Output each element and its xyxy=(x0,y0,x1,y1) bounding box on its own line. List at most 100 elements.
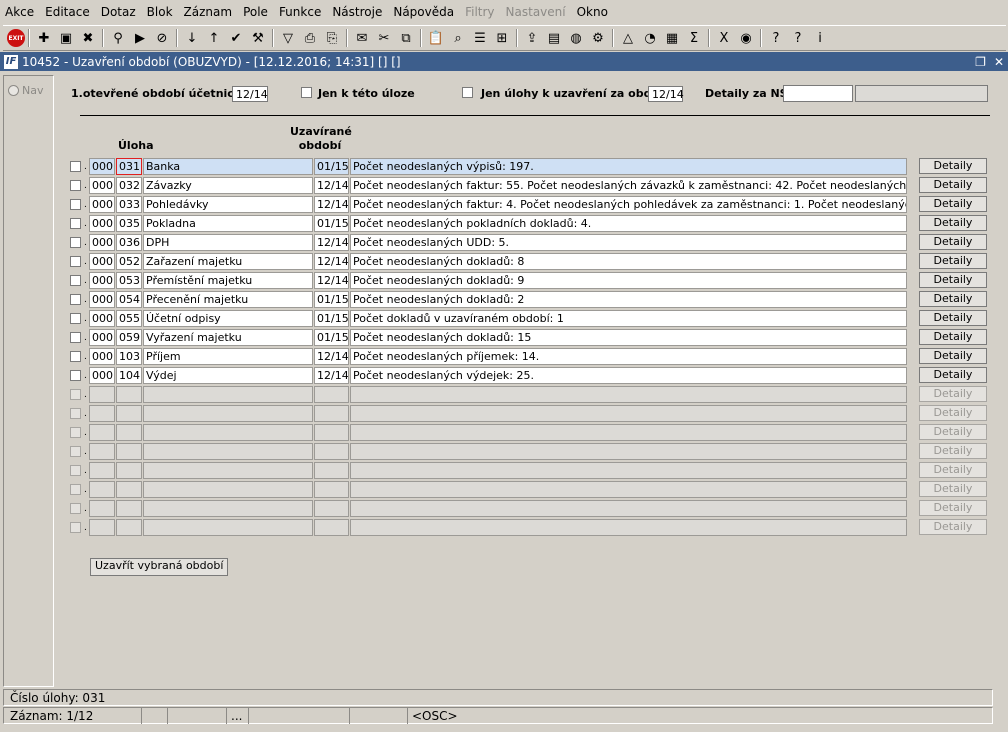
task-code-cell[interactable] xyxy=(116,462,142,479)
org-cell[interactable]: 000 xyxy=(89,348,115,365)
closing-period-cell[interactable] xyxy=(314,500,349,517)
open-period-field[interactable]: 12/14 xyxy=(232,86,268,102)
org-cell[interactable] xyxy=(89,424,115,441)
sort-desc-icon[interactable]: ↑ xyxy=(203,27,225,49)
row-select-checkbox[interactable] xyxy=(70,484,81,495)
menu-item-11[interactable]: Okno xyxy=(572,0,614,24)
task-name-cell[interactable] xyxy=(143,481,313,498)
row-select-checkbox[interactable] xyxy=(70,503,81,514)
menu-item-9[interactable]: Filtry xyxy=(460,0,500,24)
task-code-cell[interactable]: 053 xyxy=(116,272,142,289)
task-name-cell[interactable]: Pohledávky xyxy=(143,196,313,213)
closing-period-cell[interactable] xyxy=(314,424,349,441)
closing-period-cell[interactable] xyxy=(314,462,349,479)
org-cell[interactable] xyxy=(89,500,115,517)
note-cell[interactable]: Počet neodeslaných faktur: 55. Počet neo… xyxy=(350,177,907,194)
details-button[interactable]: Detaily xyxy=(919,519,987,535)
chart-icon[interactable]: ◔ xyxy=(639,27,661,49)
find-icon[interactable]: ⌕ xyxy=(447,27,469,49)
note-cell[interactable]: Počet neodeslaných UDD: 5. xyxy=(350,234,907,251)
task-name-cell[interactable]: Vyřazení majetku xyxy=(143,329,313,346)
org-cell[interactable]: 000 xyxy=(89,272,115,289)
closing-period-cell[interactable]: 12/14 xyxy=(314,348,349,365)
task-code-cell[interactable] xyxy=(116,443,142,460)
new-record-icon[interactable]: ✚ xyxy=(33,27,55,49)
settings-icon[interactable]: ⚙ xyxy=(587,27,609,49)
task-name-cell[interactable]: Pokladna xyxy=(143,215,313,232)
restore-window-icon[interactable]: ❐ xyxy=(975,55,986,69)
details-ns-field[interactable] xyxy=(783,85,853,102)
row-select-checkbox[interactable] xyxy=(70,256,81,267)
task-code-cell[interactable] xyxy=(116,386,142,403)
task-code-cell[interactable]: 103 xyxy=(116,348,142,365)
closing-period-cell[interactable]: 01/15 xyxy=(314,158,349,175)
row-select-checkbox[interactable] xyxy=(70,161,81,172)
note-cell[interactable]: Počet neodeslaných pokladních dokladů: 4… xyxy=(350,215,907,232)
details-button[interactable]: Detaily xyxy=(919,291,987,307)
closing-period-cell[interactable]: 12/14 xyxy=(314,272,349,289)
note-cell[interactable] xyxy=(350,405,907,422)
details-button[interactable]: Detaily xyxy=(919,177,987,193)
org-cell[interactable]: 000 xyxy=(89,253,115,270)
note-cell[interactable]: Počet neodeslaných dokladů: 2 xyxy=(350,291,907,308)
row-select-checkbox[interactable] xyxy=(70,313,81,324)
closing-period-cell[interactable]: 01/15 xyxy=(314,329,349,346)
help-icon[interactable]: ? xyxy=(787,27,809,49)
note-cell[interactable] xyxy=(350,481,907,498)
note-cell[interactable] xyxy=(350,424,907,441)
excel-icon[interactable]: X xyxy=(713,27,735,49)
details-button[interactable]: Detaily xyxy=(919,386,987,402)
task-name-cell[interactable] xyxy=(143,519,313,536)
close-selected-periods-button[interactable]: Uzavřít vybraná období xyxy=(90,558,229,576)
print-icon[interactable]: ⎙ xyxy=(299,27,321,49)
details-button[interactable]: Detaily xyxy=(919,329,987,345)
org-cell[interactable]: 000 xyxy=(89,367,115,384)
row-select-checkbox[interactable] xyxy=(70,180,81,191)
execute-query-icon[interactable]: ▶ xyxy=(129,27,151,49)
note-cell[interactable]: Počet neodeslaných výpisů: 197. xyxy=(350,158,907,175)
menu-item-7[interactable]: Nástroje xyxy=(327,0,388,24)
nav-option[interactable]: Nav xyxy=(8,84,43,97)
cancel-query-icon[interactable]: ⊘ xyxy=(151,27,173,49)
task-name-cell[interactable]: Příjem xyxy=(143,348,313,365)
menu-item-6[interactable]: Funkce xyxy=(274,0,327,24)
note-cell[interactable]: Počet neodeslaných dokladů: 15 xyxy=(350,329,907,346)
task-name-cell[interactable]: DPH xyxy=(143,234,313,251)
note-cell[interactable] xyxy=(350,386,907,403)
note-cell[interactable] xyxy=(350,443,907,460)
org-cell[interactable]: 000 xyxy=(89,291,115,308)
task-code-cell[interactable]: 054 xyxy=(116,291,142,308)
task-name-cell[interactable] xyxy=(143,462,313,479)
task-name-cell[interactable]: Účetní odpisy xyxy=(143,310,313,327)
sort-asc-icon[interactable]: ↓ xyxy=(181,27,203,49)
cut-icon[interactable]: ✂ xyxy=(373,27,395,49)
org-cell[interactable]: 000 xyxy=(89,234,115,251)
org-cell[interactable] xyxy=(89,443,115,460)
mail-icon[interactable]: ✉ xyxy=(351,27,373,49)
row-select-checkbox[interactable] xyxy=(70,408,81,419)
task-name-cell[interactable] xyxy=(143,443,313,460)
exit-button[interactable]: EXIT xyxy=(7,29,25,47)
org-cell[interactable] xyxy=(89,386,115,403)
close-window-icon[interactable]: ✕ xyxy=(994,55,1004,69)
row-select-checkbox[interactable] xyxy=(70,446,81,457)
menu-item-0[interactable]: Akce xyxy=(0,0,40,24)
note-cell[interactable]: Počet neodeslaných dokladů: 9 xyxy=(350,272,907,289)
task-code-cell[interactable] xyxy=(116,500,142,517)
nav-radio-icon[interactable] xyxy=(8,85,19,96)
task-code-cell[interactable]: 052 xyxy=(116,253,142,270)
task-code-cell[interactable]: 036 xyxy=(116,234,142,251)
menu-item-4[interactable]: Záznam xyxy=(179,0,239,24)
menu-item-3[interactable]: Blok xyxy=(142,0,179,24)
paste-icon[interactable]: 📋 xyxy=(425,27,447,49)
task-name-cell[interactable]: Banka xyxy=(143,158,313,175)
only-this-task-checkbox[interactable] xyxy=(301,87,312,98)
details-button[interactable]: Detaily xyxy=(919,253,987,269)
menu-item-10[interactable]: Nastavení xyxy=(501,0,572,24)
details-button[interactable]: Detaily xyxy=(919,424,987,440)
info-icon[interactable]: i xyxy=(809,27,831,49)
task-name-cell[interactable] xyxy=(143,386,313,403)
row-select-checkbox[interactable] xyxy=(70,427,81,438)
row-select-checkbox[interactable] xyxy=(70,370,81,381)
confirm-check-icon[interactable]: ✔ xyxy=(225,27,247,49)
